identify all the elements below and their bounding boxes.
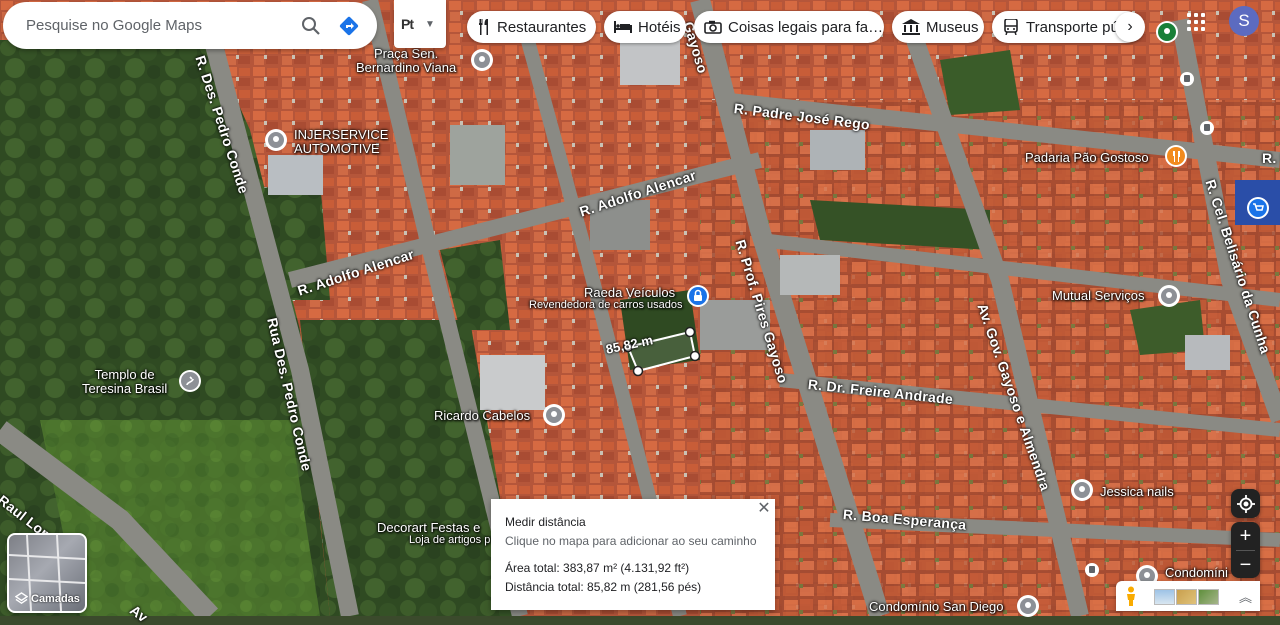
museum-icon (902, 18, 920, 36)
fork-knife-icon (477, 18, 491, 36)
place-label[interactable]: Praça Sen. Bernardino Viana (356, 47, 456, 75)
zoom-in-button[interactable]: + (1231, 522, 1260, 550)
directions-icon[interactable] (335, 12, 363, 40)
camera-icon (704, 18, 722, 36)
zoom-out-button[interactable]: − (1231, 551, 1260, 579)
imagery-thumb[interactable] (1176, 589, 1197, 605)
my-location-icon (1236, 494, 1255, 513)
measure-vertex (684, 326, 696, 338)
place-sublabel: Loja de artigos p (409, 534, 491, 546)
pegman-icon[interactable] (1124, 586, 1138, 606)
place-label[interactable]: Raeda Veículos (584, 286, 675, 300)
measure-distance: Distância total: 85,82 m (281,56 pés) (505, 580, 702, 594)
imagery-thumb[interactable] (1198, 589, 1219, 605)
place-pin-icon[interactable] (1157, 284, 1181, 308)
bus-stop-icon[interactable] (1200, 121, 1214, 135)
search-input[interactable]: Pesquise no Google Maps (26, 17, 297, 34)
chip-restaurants[interactable]: Restaurantes (467, 11, 596, 43)
place-label[interactable]: Templo de Teresina Brasil (82, 368, 167, 396)
chevron-right-icon: › (1127, 18, 1133, 35)
bed-icon (614, 18, 632, 36)
place-label[interactable]: Ricardo Cabelos (434, 409, 530, 423)
layers-label: Camadas (31, 592, 80, 605)
account-avatar[interactable]: S (1229, 6, 1259, 36)
place-label[interactable]: Condomíni (1165, 566, 1228, 580)
place-pin-icon[interactable] (1070, 478, 1094, 502)
place-label[interactable]: INJERSERVICE AUTOMOTIVE (294, 128, 388, 156)
measure-vertex (689, 350, 701, 362)
imagery-bar: ︽ (1116, 581, 1260, 611)
route-icon: Pt (401, 16, 414, 32)
church-pin-icon[interactable] (178, 369, 202, 393)
street-label: R. P (1262, 150, 1280, 166)
measure-area: Área total: 383,87 m² (4.131,92 ft²) (505, 561, 690, 575)
place-pin-icon[interactable] (470, 48, 494, 72)
chip-things-to-do[interactable]: Coisas legais para fa… (694, 11, 884, 43)
measure-hint: Clique no mapa para adicionar ao seu cam… (505, 534, 757, 548)
apps-grid-icon[interactable] (1187, 13, 1207, 33)
zoom-controls: + − (1231, 522, 1260, 578)
place-label[interactable]: Condomínio San Diego (869, 600, 1003, 614)
restaurant-pin-icon[interactable] (1164, 144, 1188, 168)
search-icon[interactable] (297, 12, 325, 40)
layers-button[interactable]: Camadas (7, 533, 87, 613)
measure-title: Medir distância (505, 515, 586, 529)
measure-vertex (632, 365, 644, 377)
place-label[interactable]: Jessica nails (1100, 485, 1174, 499)
place-sublabel: Revendedora de carros usados (529, 299, 683, 311)
transit-icon (1002, 18, 1020, 36)
chevron-down-icon[interactable]: ▼ (425, 19, 435, 30)
measure-distance-panel: Medir distância Clique no mapa para adic… (491, 499, 775, 610)
bus-stop-icon[interactable] (1085, 563, 1099, 577)
my-location-button[interactable] (1231, 489, 1260, 518)
search-box[interactable]: Pesquise no Google Maps (3, 2, 377, 49)
route-button[interactable]: Pt ▼ (394, 0, 446, 48)
bus-stop-icon[interactable] (1180, 72, 1194, 86)
imagery-thumb[interactable] (1154, 589, 1175, 605)
place-label[interactable]: Mutual Serviços (1052, 289, 1144, 303)
chip-hotels[interactable]: Hotéis (604, 11, 686, 43)
car-dealer-pin-icon[interactable] (686, 284, 710, 308)
layers-icon (15, 592, 28, 604)
chip-museums[interactable]: Museus (892, 11, 984, 43)
place-pin-icon[interactable] (1016, 594, 1040, 618)
place-pin-icon[interactable] (542, 403, 566, 427)
shopping-pin-icon[interactable] (1246, 196, 1270, 220)
place-label[interactable]: Decorart Festas e (377, 521, 480, 535)
chevron-up-icon[interactable]: ︽ (1239, 587, 1252, 606)
place-label[interactable]: Padaria Pão Gostoso (1025, 151, 1149, 165)
park-pin-icon[interactable] (1155, 20, 1179, 44)
chips-next-button[interactable]: › (1115, 12, 1145, 42)
place-pin-icon[interactable] (264, 128, 288, 152)
close-icon[interactable]: ✕ (756, 501, 772, 517)
